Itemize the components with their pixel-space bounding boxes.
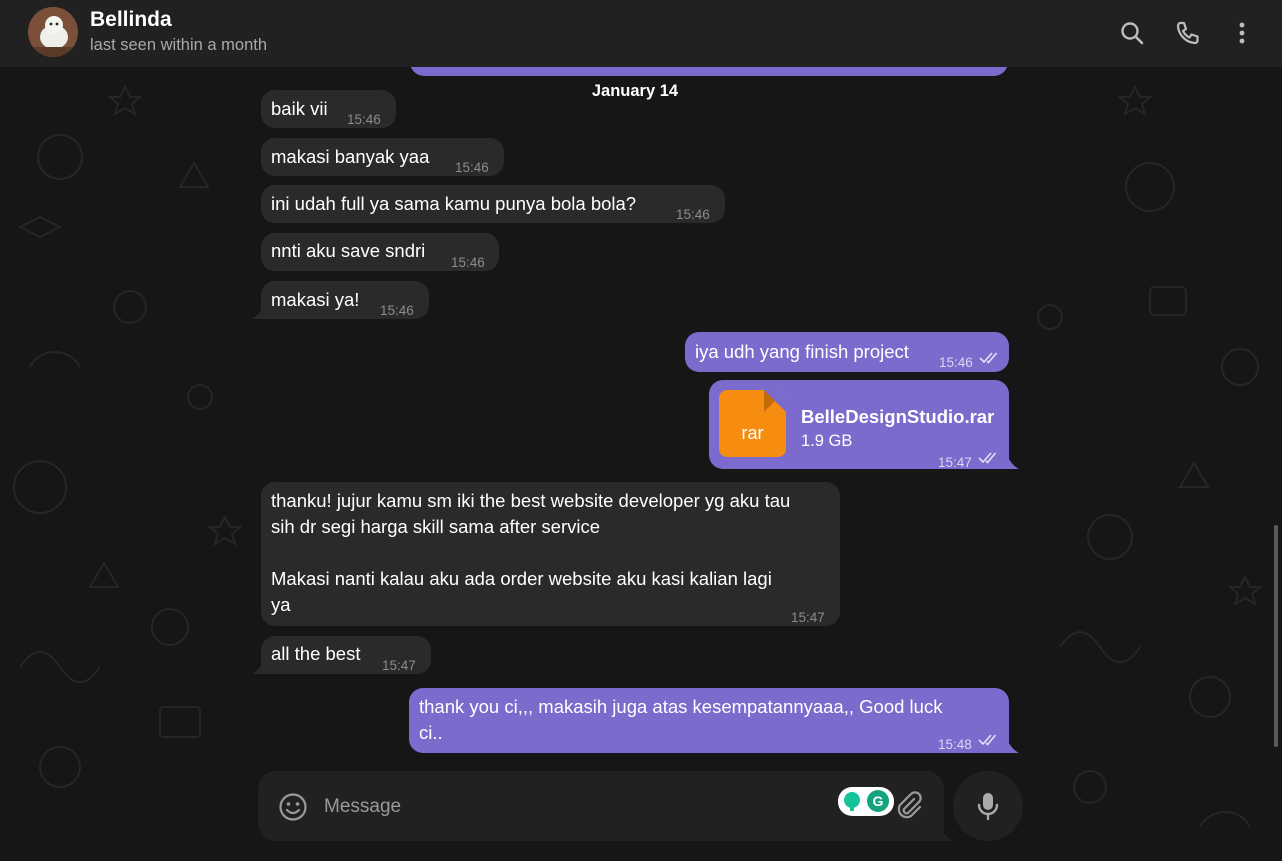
message-time: 15:46 [455,160,489,175]
message-text: nnti aku save sndri [271,240,426,261]
message-line: thanku! jujur kamu sm iki the best websi… [271,490,791,511]
more-vertical-icon [1239,22,1245,44]
message-time: 15:47 [382,658,416,673]
attach-icon [897,791,922,819]
message-bubble-incoming[interactable]: thanku! jujur kamu sm iki the best websi… [261,482,840,626]
emoji-button[interactable] [277,791,309,823]
file-name[interactable]: BelleDesignStudio.rar [801,404,994,430]
message-text: thanku! jujur kamu sm iki the best websi… [271,488,790,618]
bubble-tail [252,660,264,674]
message-time: 15:47 [791,610,825,625]
message-bubble-incoming[interactable]: ini udah full ya sama kamu punya bola bo… [261,185,725,223]
emoji-icon [279,793,307,821]
mic-icon [977,793,999,821]
message-bubble-incoming[interactable]: all the best 15:47 [261,636,431,674]
scrollbar-thumb[interactable] [1274,525,1278,747]
composer-tail [940,827,954,841]
message-time: 15:48 [938,737,972,752]
message-line: Makasi nanti kalau aku ada order website… [271,568,772,589]
message-bubble-incoming[interactable]: baik vii 15:46 [261,90,396,128]
message-time: 15:46 [347,112,381,127]
message-line: thank you ci,,, makasih juga atas kesemp… [419,696,943,717]
file-size: 1.9 GB [801,432,853,450]
voice-record-button[interactable] [953,771,1023,841]
file-extension: rar [741,423,764,443]
message-time: 15:46 [939,355,973,370]
message-bubble-outgoing[interactable]: thank you ci,,, makasih juga atas kesemp… [409,688,1009,753]
message-text: all the best [271,643,361,664]
double-check-icon [978,452,997,464]
bubble-tail [1007,455,1019,469]
message-bubble-incoming[interactable]: makasi banyak yaa 15:46 [261,138,504,176]
message-text: makasi banyak yaa [271,146,430,167]
date-separator: January 14 [591,82,679,100]
double-check-icon [979,352,998,364]
call-button[interactable] [1168,14,1206,52]
message-bubble-outgoing[interactable]: iya udh yang finish project 15:46 [685,332,1009,372]
message-list[interactable]: January 14 baik vii 15:46 makasi banyak … [0,0,1282,861]
search-button[interactable] [1113,14,1151,52]
file-icon[interactable]: rar [719,390,786,457]
message-time: 15:46 [451,255,485,270]
grammarly-widget[interactable]: G [838,787,894,816]
message-bubble-incoming[interactable]: nnti aku save sndri 15:46 [261,233,499,271]
message-line: ya [271,594,291,615]
avatar[interactable] [28,7,78,57]
double-check-icon [978,734,997,746]
message-time: 15:46 [380,303,414,318]
message-text: makasi ya! [271,289,360,310]
message-text: baik vii [271,98,328,119]
message-bubble-file[interactable]: rar BelleDesignStudio.rar 1.9 GB 15:47 [709,380,1009,470]
message-bubble-incoming[interactable]: makasi ya! 15:46 [261,281,429,319]
telegram-chat-window: Bellinda last seen within a month Januar… [0,0,1282,861]
message-text: thank you ci,,, makasih juga atas kesemp… [419,694,942,746]
svg-text:G: G [873,793,884,809]
message-input[interactable] [322,792,726,822]
message-line: sih dr segi harga skill sama after servi… [271,516,601,537]
message-line: ci.. [419,722,443,743]
bubble-tail [252,305,264,319]
chat-title[interactable]: Bellinda [90,8,172,32]
bubble-tail [1007,739,1019,753]
search-icon [1121,22,1144,45]
grammarly-icon: G [844,790,889,812]
more-options-button[interactable] [1223,14,1261,52]
message-text: ini udah full ya sama kamu punya bola bo… [271,193,637,214]
chat-header: Bellinda last seen within a month [0,0,1282,67]
phone-icon [1176,21,1199,45]
avatar-image [28,7,78,57]
message-time: 15:46 [676,207,710,222]
message-text: iya udh yang finish project [695,341,909,362]
last-seen-status: last seen within a month [90,36,268,54]
attach-button[interactable] [893,790,923,822]
message-time: 15:47 [938,455,972,470]
